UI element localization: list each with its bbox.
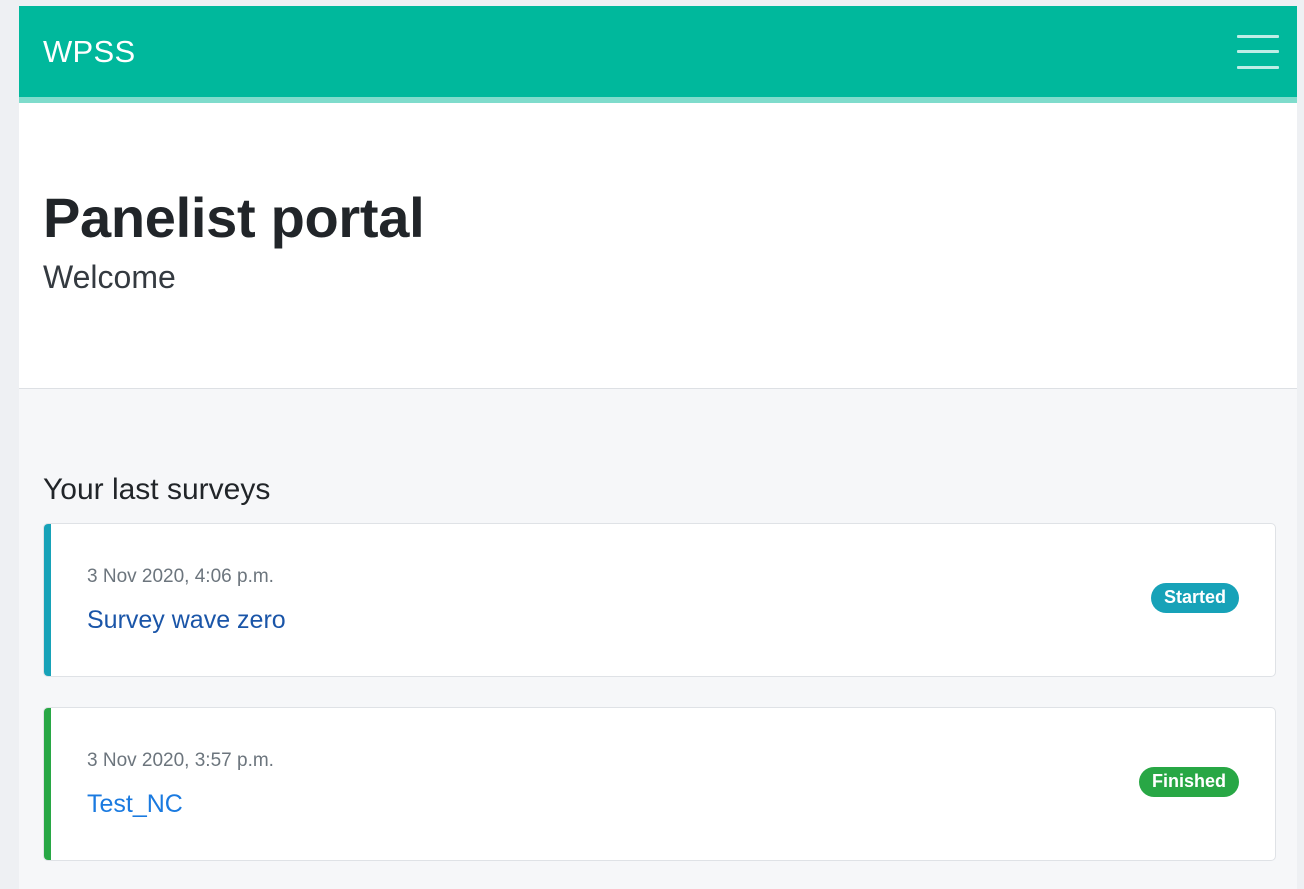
top-navbar: WPSS [19, 6, 1297, 103]
surveys-section-title: Your last surveys [43, 473, 271, 506]
survey-date: 3 Nov 2020, 3:57 p.m. [87, 749, 274, 771]
brand-logo-link[interactable]: WPSS [43, 34, 136, 70]
survey-card: 3 Nov 2020, 4:06 p.m. Survey wave zero S… [43, 523, 1276, 677]
survey-card-info: 3 Nov 2020, 3:57 p.m. Test_NC [87, 750, 274, 819]
hero-section: Panelist portal Welcome [19, 103, 1297, 389]
status-badge: Started [1150, 582, 1239, 614]
hamburger-bar [1237, 50, 1279, 53]
hamburger-bar [1237, 65, 1279, 69]
status-badge: Finished [1138, 766, 1239, 798]
app-window: WPSS Panelist portal Welcome Your last s… [19, 6, 1297, 889]
page-subtitle: Welcome [43, 258, 176, 295]
page-title: Panelist portal [43, 186, 425, 249]
survey-link[interactable]: Survey wave zero [87, 606, 286, 634]
survey-card: 3 Nov 2020, 3:57 p.m. Test_NC Finished [43, 707, 1276, 861]
hamburger-bar [1237, 34, 1279, 38]
survey-card-info: 3 Nov 2020, 4:06 p.m. Survey wave zero [87, 566, 286, 635]
main-content: Your last surveys 3 Nov 2020, 4:06 p.m. … [19, 473, 1297, 861]
survey-date: 3 Nov 2020, 4:06 p.m. [87, 565, 274, 587]
hamburger-menu-icon[interactable] [1237, 34, 1279, 69]
survey-link[interactable]: Test_NC [87, 790, 183, 818]
